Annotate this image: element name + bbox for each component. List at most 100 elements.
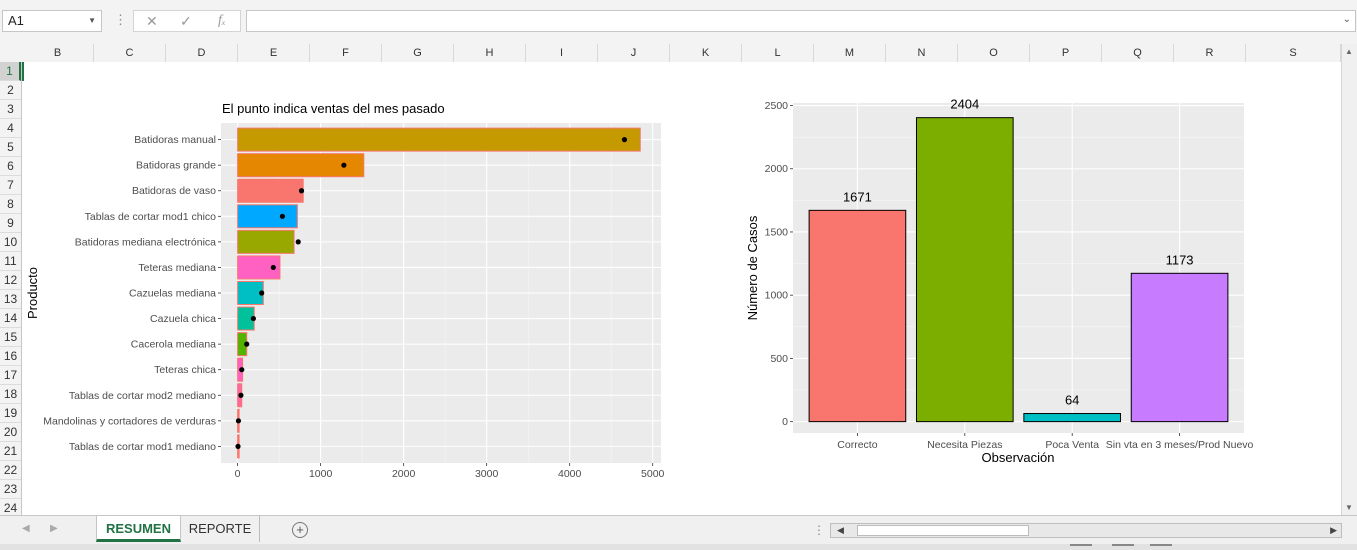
- column-header-r[interactable]: R: [1174, 44, 1246, 62]
- chart2-y-axis-label: Número de Casos: [745, 215, 760, 320]
- row-header-14[interactable]: 14: [0, 309, 21, 328]
- chart1-previous-month-point[interactable]: [235, 443, 241, 449]
- column-header-s[interactable]: S: [1246, 44, 1341, 62]
- chart1-previous-month-point[interactable]: [279, 213, 286, 219]
- page-layout-icon[interactable]: [1112, 544, 1134, 550]
- chart2-x-axis-label: Observación: [982, 450, 1055, 465]
- chart2-bar[interactable]: [1130, 272, 1229, 423]
- chevron-down-icon[interactable]: ▼: [88, 11, 96, 31]
- row-header-10[interactable]: 10: [0, 233, 21, 252]
- row-header-18[interactable]: 18: [0, 385, 21, 404]
- chart2-category-label: Correcto: [837, 439, 877, 451]
- worksheet-grid[interactable]: El punto indica ventas del mes pasado Ba…: [22, 62, 1341, 515]
- chart1-x-tick-label: 3000: [475, 468, 499, 480]
- chart1-bar[interactable]: [237, 229, 295, 254]
- row-header-19[interactable]: 19: [0, 404, 21, 423]
- chart1-previous-month-point[interactable]: [270, 264, 276, 271]
- expand-formula-icon[interactable]: ⌄: [1343, 14, 1351, 25]
- more-options-icon[interactable]: ⋮: [813, 523, 825, 537]
- sales-by-product-chart[interactable]: El punto indica ventas del mes pasado Ba…: [22, 92, 672, 482]
- row-header-15[interactable]: 15: [0, 328, 21, 347]
- row-header-17[interactable]: 17: [0, 366, 21, 385]
- row-header-3[interactable]: 3: [0, 100, 21, 119]
- row-header-11[interactable]: 11: [0, 252, 21, 271]
- column-header-c[interactable]: C: [94, 44, 166, 62]
- chart1-previous-month-point[interactable]: [238, 392, 244, 398]
- normal-view-icon[interactable]: [1070, 544, 1092, 550]
- chart1-x-tick-label: 5000: [641, 468, 665, 480]
- row-header-12[interactable]: 12: [0, 271, 21, 290]
- column-header-d[interactable]: D: [166, 44, 238, 62]
- chart1-previous-month-point[interactable]: [235, 418, 242, 424]
- next-sheet-icon[interactable]: ▶: [50, 523, 58, 534]
- column-header-m[interactable]: M: [814, 44, 886, 62]
- column-header-n[interactable]: N: [886, 44, 958, 62]
- row-header-8[interactable]: 8: [0, 195, 21, 214]
- row-header-23[interactable]: 23: [0, 480, 21, 499]
- column-header-b[interactable]: B: [22, 44, 94, 62]
- row-header-2[interactable]: 2: [0, 81, 21, 100]
- row-header-5[interactable]: 5: [0, 138, 21, 157]
- chart1-x-tick-label: 2000: [392, 468, 416, 480]
- insert-function-icon[interactable]: fₓ: [218, 13, 226, 29]
- column-header-l[interactable]: L: [742, 44, 814, 62]
- column-header-h[interactable]: H: [454, 44, 526, 62]
- row-header-16[interactable]: 16: [0, 347, 21, 366]
- chart1-previous-month-point[interactable]: [295, 239, 301, 245]
- cancel-icon[interactable]: ✕: [146, 13, 158, 30]
- chart1-bar[interactable]: [237, 178, 304, 203]
- chart1-previous-month-point[interactable]: [239, 367, 245, 373]
- page-break-preview-icon[interactable]: [1150, 544, 1172, 550]
- chart1-previous-month-point[interactable]: [259, 290, 265, 296]
- tab-resumen[interactable]: RESUMEN: [96, 516, 181, 542]
- row-header-22[interactable]: 22: [0, 461, 21, 480]
- chart1-category-label: Batidoras manual: [134, 134, 216, 146]
- row-header-6[interactable]: 6: [0, 157, 21, 176]
- scroll-left-icon[interactable]: ◀: [837, 525, 844, 536]
- column-header-p[interactable]: P: [1030, 44, 1102, 62]
- tab-reporte[interactable]: REPORTE: [181, 516, 260, 542]
- chart2-data-label: 1173: [1166, 252, 1194, 267]
- chart1-previous-month-point[interactable]: [298, 188, 305, 194]
- column-header-f[interactable]: F: [310, 44, 382, 62]
- chart1-bar[interactable]: [237, 127, 641, 152]
- chart2-bar[interactable]: [915, 117, 1014, 423]
- row-header-21[interactable]: 21: [0, 442, 21, 461]
- column-header-g[interactable]: G: [382, 44, 454, 62]
- horizontal-scrollbar[interactable]: ◀ ▶: [830, 523, 1342, 538]
- row-header-4[interactable]: 4: [0, 119, 21, 138]
- chart1-bar[interactable]: [237, 204, 298, 229]
- column-header-j[interactable]: J: [598, 44, 670, 62]
- formula-input[interactable]: ⌄: [246, 10, 1356, 32]
- chart1-category-label: Tablas de cortar mod1 mediano: [69, 441, 216, 453]
- row-header-13[interactable]: 13: [0, 290, 21, 309]
- column-headers: BCDEFGHIJKLMNOPQRS: [0, 44, 1341, 63]
- column-header-o[interactable]: O: [958, 44, 1030, 62]
- row-header-9[interactable]: 9: [0, 214, 21, 233]
- scroll-right-icon[interactable]: ▶: [1330, 525, 1337, 536]
- chart2-bar[interactable]: [1023, 413, 1122, 423]
- row-header-20[interactable]: 20: [0, 423, 21, 442]
- prev-sheet-icon[interactable]: ◀: [22, 523, 30, 534]
- row-header-1[interactable]: 1: [0, 62, 21, 81]
- chart1-previous-month-point[interactable]: [341, 162, 347, 168]
- vertical-scrollbar[interactable]: ▲ ▼: [1341, 44, 1357, 515]
- enter-icon[interactable]: ✓: [180, 13, 192, 30]
- chart2-bar[interactable]: [808, 209, 907, 423]
- column-header-i[interactable]: I: [526, 44, 598, 62]
- chart1-previous-month-point[interactable]: [250, 315, 256, 322]
- add-sheet-icon[interactable]: +: [292, 522, 308, 538]
- column-header-e[interactable]: E: [238, 44, 310, 62]
- chart1-previous-month-point[interactable]: [621, 137, 628, 143]
- row-header-7[interactable]: 7: [0, 176, 21, 195]
- chart1-previous-month-point[interactable]: [244, 341, 250, 347]
- scrollbar-thumb[interactable]: [857, 525, 1029, 536]
- more-options-icon[interactable]: ⋮: [114, 12, 127, 28]
- scroll-down-icon[interactable]: ▼: [1345, 503, 1353, 512]
- name-box[interactable]: A1 ▼: [2, 10, 102, 32]
- cases-by-observation-chart[interactable]: 1671 2404 64 1173 0 500 1000 1500 2000 2500 Corr…: [742, 92, 1262, 502]
- scroll-up-icon[interactable]: ▲: [1345, 47, 1353, 56]
- chart2-category-label: Sin vta en 3 meses/Prod Nuevo: [1106, 439, 1254, 451]
- column-header-q[interactable]: Q: [1102, 44, 1174, 62]
- column-header-k[interactable]: K: [670, 44, 742, 62]
